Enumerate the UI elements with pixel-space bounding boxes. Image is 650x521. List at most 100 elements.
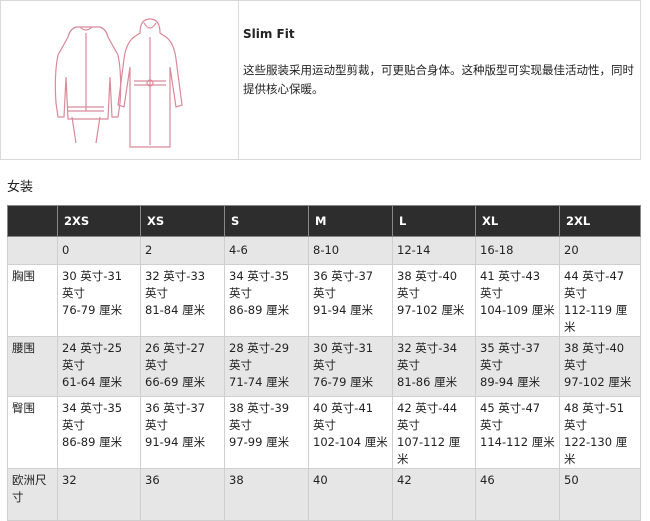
measure-cell: 35 英寸-37 英寸 89-94 厘米 — [475, 336, 560, 397]
numeric-size-cell: 4-6 — [224, 236, 309, 265]
measure-cell: 41 英寸-43 英寸 104-109 厘米 — [475, 264, 560, 337]
size-header: M — [308, 205, 393, 237]
numeric-size-cell: 12-14 — [392, 236, 476, 265]
cm-value: 76-79 厘米 — [313, 375, 374, 389]
cm-value: 97-99 厘米 — [229, 435, 290, 449]
cm-value: 86-89 厘米 — [62, 435, 123, 449]
size-chart-table: 2XS XS S M L XL 2XL 0 2 4-6 8-10 12-14 1… — [7, 205, 641, 521]
row-label: 臀围 — [7, 396, 58, 469]
eu-size-cell: 36 — [140, 468, 225, 521]
inch-value: 26 英寸-27 英寸 — [145, 341, 206, 372]
measure-cell: 38 英寸-39 英寸 97-99 厘米 — [224, 396, 309, 469]
cm-value: 97-102 厘米 — [564, 375, 632, 389]
inch-value: 45 英寸-47 英寸 — [480, 401, 541, 432]
size-header: 2XS — [57, 205, 141, 237]
fit-title: Slim Fit — [243, 27, 295, 41]
numeric-size-cell: 16-18 — [475, 236, 560, 265]
inch-value: 38 英寸-39 英寸 — [229, 401, 290, 432]
inch-value: 30 英寸-31 英寸 — [62, 269, 123, 300]
numeric-size-cell: 2 — [140, 236, 225, 265]
measure-cell: 30 英寸-31 英寸 76-79 厘米 — [308, 336, 393, 397]
cm-value: 91-94 厘米 — [145, 435, 206, 449]
cm-value: 112-119 厘米 — [564, 303, 628, 334]
numeric-size-cell: 20 — [559, 236, 641, 265]
measure-cell: 32 英寸-33 英寸 81-84 厘米 — [140, 264, 225, 337]
measure-cell: 48 英寸-51 英寸 122-130 厘米 — [559, 396, 641, 469]
cm-value: 66-69 厘米 — [145, 375, 206, 389]
waist-row: 腰围 24 英寸-25 英寸 61-64 厘米 26 英寸-27 英寸 66-69 … — [7, 336, 641, 397]
fit-description: 这些服装采用运动型剪裁，可更贴合身体。这种版型可实现最佳活动性，同时提供核心保暖… — [243, 63, 634, 96]
size-header: XS — [140, 205, 225, 237]
fit-info-panel: Slim Fit 这些服装采用运动型剪裁，可更贴合身体。这种版型可实现最佳活动性… — [0, 0, 641, 160]
cm-value: 76-79 厘米 — [62, 303, 123, 317]
inch-value: 30 英寸-31 英寸 — [313, 341, 374, 372]
eu-size-row: 欧洲尺寸 32 36 38 40 42 46 50 — [7, 468, 641, 521]
cm-value: 97-102 厘米 — [397, 303, 465, 317]
measure-cell: 34 英寸-35 英寸 86-89 厘米 — [57, 396, 141, 469]
row-label: 欧洲尺寸 — [7, 468, 58, 521]
cm-value: 91-94 厘米 — [313, 303, 374, 317]
inch-value: 38 英寸-40 英寸 — [564, 341, 625, 372]
inch-value: 32 英寸-34 英寸 — [397, 341, 458, 372]
inch-value: 28 英寸-29 英寸 — [229, 341, 290, 372]
inch-value: 38 英寸-40 英寸 — [397, 269, 458, 300]
measure-cell: 24 英寸-25 英寸 61-64 厘米 — [57, 336, 141, 397]
cm-value: 122-130 厘米 — [564, 435, 628, 466]
eu-size-cell: 40 — [308, 468, 393, 521]
inch-value: 44 英寸-47 英寸 — [564, 269, 625, 300]
garment-illustration — [54, 18, 183, 148]
row-label: 胸围 — [7, 264, 58, 337]
measure-cell: 38 英寸-40 英寸 97-102 厘米 — [392, 264, 476, 337]
size-header: S — [224, 205, 309, 237]
panel-divider — [238, 1, 239, 159]
inch-value: 34 英寸-35 英寸 — [229, 269, 290, 300]
cm-value: 71-74 厘米 — [229, 375, 290, 389]
measure-cell: 45 英寸-47 英寸 114-112 厘米 — [475, 396, 560, 469]
size-header: XL — [475, 205, 560, 237]
cm-value: 89-94 厘米 — [480, 375, 541, 389]
inch-value: 36 英寸-37 英寸 — [313, 269, 374, 300]
inch-value: 24 英寸-25 英寸 — [62, 341, 123, 372]
inch-value: 36 英寸-37 英寸 — [145, 401, 206, 432]
measure-cell: 28 英寸-29 英寸 71-74 厘米 — [224, 336, 309, 397]
measure-cell: 42 英寸-44 英寸 107-112 厘米 — [392, 396, 476, 469]
size-header: 2XL — [559, 205, 641, 237]
row-label — [7, 236, 58, 265]
measure-cell: 34 英寸-35 英寸 86-89 厘米 — [224, 264, 309, 337]
eu-size-cell: 42 — [392, 468, 476, 521]
measure-cell: 36 英寸-37 英寸 91-94 厘米 — [140, 396, 225, 469]
inch-value: 41 英寸-43 英寸 — [480, 269, 541, 300]
eu-size-cell: 46 — [475, 468, 560, 521]
measure-cell: 30 英寸-31 英寸 76-79 厘米 — [57, 264, 141, 337]
inch-value: 32 英寸-33 英寸 — [145, 269, 206, 300]
cm-value: 81-84 厘米 — [145, 303, 206, 317]
measure-cell: 36 英寸-37 英寸 91-94 厘米 — [308, 264, 393, 337]
cm-value: 114-112 厘米 — [480, 435, 555, 449]
inch-value: 48 英寸-51 英寸 — [564, 401, 625, 432]
header-corner — [7, 205, 58, 237]
measure-cell: 38 英寸-40 英寸 97-102 厘米 — [559, 336, 641, 397]
bust-row: 胸围 30 英寸-31 英寸 76-79 厘米 32 英寸-33 英寸 81-84 … — [7, 264, 641, 337]
size-header: L — [392, 205, 476, 237]
cm-value: 86-89 厘米 — [229, 303, 290, 317]
eu-size-cell: 50 — [559, 468, 641, 521]
section-title: 女装 — [7, 180, 34, 195]
measure-cell: 40 英寸-41 英寸 102-104 厘米 — [308, 396, 393, 469]
cm-value: 107-112 厘米 — [397, 435, 461, 466]
cm-value: 102-104 厘米 — [313, 435, 388, 449]
cm-value: 104-109 厘米 — [480, 303, 555, 317]
measure-cell: 32 英寸-34 英寸 81-86 厘米 — [392, 336, 476, 397]
inch-value: 40 英寸-41 英寸 — [313, 401, 374, 432]
row-label: 腰围 — [7, 336, 58, 397]
cm-value: 61-64 厘米 — [62, 375, 123, 389]
numeric-size-row: 0 2 4-6 8-10 12-14 16-18 20 — [7, 236, 641, 265]
measure-cell: 44 英寸-47 英寸 112-119 厘米 — [559, 264, 641, 337]
measure-cell: 26 英寸-27 英寸 66-69 厘米 — [140, 336, 225, 397]
hip-row: 臀围 34 英寸-35 英寸 86-89 厘米 36 英寸-37 英寸 91-94 … — [7, 396, 641, 469]
inch-value: 35 英寸-37 英寸 — [480, 341, 541, 372]
cm-value: 81-86 厘米 — [397, 375, 458, 389]
inch-value: 42 英寸-44 英寸 — [397, 401, 458, 432]
inch-value: 34 英寸-35 英寸 — [62, 401, 123, 432]
eu-size-cell: 38 — [224, 468, 309, 521]
eu-size-cell: 32 — [57, 468, 141, 521]
